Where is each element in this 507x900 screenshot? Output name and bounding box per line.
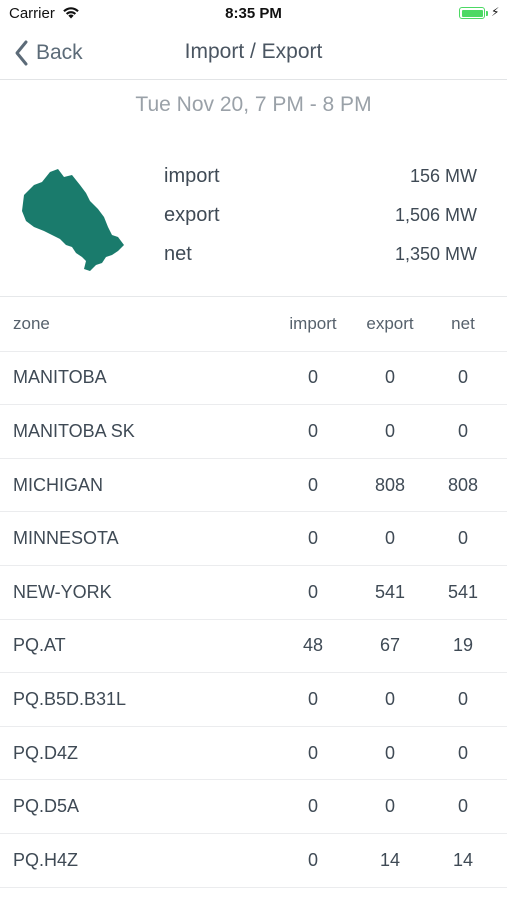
cell-net: 0	[457, 528, 468, 549]
cell-export: 0	[384, 796, 395, 817]
cell-net: 808	[447, 474, 479, 495]
table-row[interactable]: PQ.D4Z 0 0 0	[0, 727, 507, 781]
summary-import-label: import	[164, 165, 220, 187]
cell-net: 0	[457, 367, 468, 388]
table-body: MANITOBA 0 0 0 MANITOBA SK 0 0 0 MICHIGAN 0 808 808…	[0, 352, 507, 888]
cell-zone: MINNESOTA	[13, 528, 119, 549]
summary-import-row: import 156 MW	[164, 165, 477, 195]
cell-net: 0	[457, 420, 468, 441]
summary-net-label: net	[164, 243, 192, 265]
table-row[interactable]: PQ.H4Z 0 14 14	[0, 834, 507, 888]
battery-icon	[459, 7, 485, 19]
table-row[interactable]: MANITOBA SK 0 0 0	[0, 405, 507, 459]
charging-bolt-icon: ⚡	[491, 5, 500, 19]
navigation-bar: Back Import / Export	[0, 28, 507, 80]
page-title: Import / Export	[184, 40, 323, 63]
cell-net: 0	[457, 742, 468, 763]
table-row[interactable]: MICHIGAN 0 808 808	[0, 459, 507, 513]
summary-export-value: 1,506 MW	[394, 205, 477, 225]
summary-export-row: export 1,506 MW	[164, 204, 477, 234]
table-row[interactable]: PQ.B5D.B31L 0 0 0	[0, 673, 507, 727]
table-header: zone import export net	[0, 298, 507, 352]
cell-import: 0	[307, 420, 318, 441]
cell-export: 541	[374, 581, 406, 602]
cell-zone: NEW-YORK	[13, 581, 112, 602]
cell-net: 0	[457, 688, 468, 709]
table-row[interactable]: PQ.D5A 0 0 0	[0, 780, 507, 834]
summary-panel: import 156 MW export 1,506 MW net 1,350 …	[0, 150, 507, 297]
header-net: net	[451, 314, 475, 334]
cell-export: 67	[379, 635, 401, 656]
cell-export: 808	[374, 474, 406, 495]
cell-import: 0	[307, 742, 318, 763]
cell-zone: MANITOBA	[13, 367, 107, 388]
table-row[interactable]: NEW-YORK 0 541 541	[0, 566, 507, 620]
summary-net-row: net 1,350 MW	[164, 243, 477, 273]
cell-zone: MICHIGAN	[13, 474, 103, 495]
cell-export: 0	[384, 420, 395, 441]
zone-table: zone import export net MANITOBA 0 0 0 MANITO…	[0, 298, 507, 888]
battery-tip	[486, 11, 488, 16]
cell-import: 48	[302, 635, 324, 656]
cell-export: 0	[384, 367, 395, 388]
table-row[interactable]: PQ.AT 48 67 19	[0, 620, 507, 674]
status-bar: Carrier 8:35 PM ⚡	[0, 0, 507, 28]
cell-export: 0	[384, 742, 395, 763]
cell-import: 0	[307, 528, 318, 549]
summary-export-label: export	[164, 204, 220, 226]
cell-zone: PQ.H4Z	[13, 849, 79, 870]
date-range-label: Tue Nov 20, 7 PM - 8 PM	[135, 93, 372, 116]
table-row[interactable]: MINNESOTA 0 0 0	[0, 512, 507, 566]
cell-zone: PQ.D5A	[13, 796, 80, 817]
cell-zone: MANITOBA SK	[13, 420, 135, 441]
cell-import: 0	[307, 474, 318, 495]
cell-net: 0	[457, 796, 468, 817]
cell-zone: PQ.D4Z	[13, 742, 79, 763]
clock: 8:35 PM	[225, 5, 282, 22]
cell-import: 0	[307, 849, 318, 870]
cell-net: 19	[452, 635, 474, 656]
summary-import-value: 156 MW	[409, 166, 477, 186]
cell-zone: PQ.B5D.B31L	[13, 688, 127, 709]
summary-net-value: 1,350 MW	[394, 244, 477, 264]
cell-net: 14	[452, 849, 474, 870]
cell-import: 0	[307, 581, 318, 602]
table-row[interactable]: MANITOBA 0 0 0	[0, 352, 507, 406]
cell-export: 14	[379, 849, 401, 870]
cell-net: 541	[447, 581, 479, 602]
ontario-map-icon	[22, 169, 124, 271]
header-zone: zone	[13, 314, 50, 334]
header-export: export	[366, 314, 414, 334]
cell-import: 0	[307, 796, 318, 817]
cell-import: 0	[307, 367, 318, 388]
cell-export: 0	[384, 688, 395, 709]
header-import: import	[289, 314, 337, 334]
cell-export: 0	[384, 528, 395, 549]
cell-zone: PQ.AT	[13, 635, 66, 656]
cell-import: 0	[307, 688, 318, 709]
